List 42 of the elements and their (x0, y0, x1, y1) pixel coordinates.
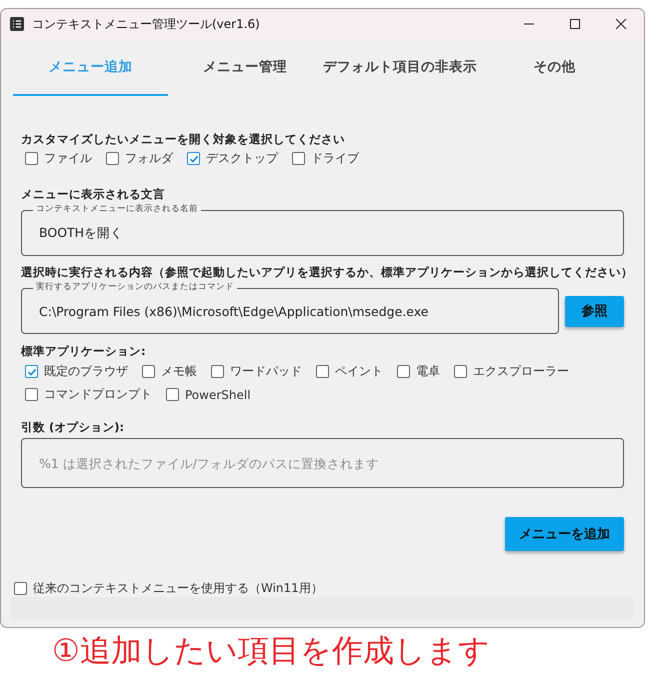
checkbox-label: エクスプローラー (473, 363, 569, 380)
checkbox-label: コマンドプロンプト (44, 386, 152, 404)
checkbox[interactable] (106, 152, 119, 166)
field-label: コンテキストメニューに表示される名前 (33, 204, 201, 214)
checkbox[interactable] (14, 582, 27, 596)
checkbox[interactable] (397, 365, 410, 378)
browse-button[interactable]: 参照 (565, 296, 624, 327)
field-label: 実行するアプリケーションのパスまたはコマンド (33, 282, 237, 292)
checkbox[interactable] (211, 365, 224, 378)
checkbox-label: ワードパッド (230, 363, 302, 380)
section-heading: 標準アプリケーション: (21, 344, 147, 360)
checkbox-label: 従来のコンテキストメニューを使用する（Win11用） (33, 580, 323, 598)
section-heading: メニューに表示される文言 (21, 187, 166, 202)
checkbox[interactable] (292, 152, 305, 166)
checkbox-label: PowerShell (185, 388, 251, 402)
section-heading: 引数 (オプション): (21, 420, 126, 436)
checkbox-label: フォルダ (125, 150, 173, 168)
section-heading: 選択時に実行される内容（参照で起動したいアプリを選択するか、標準アプリケーションから選択してください） (21, 265, 624, 280)
add-menu-button[interactable]: メニューを追加 (505, 517, 624, 552)
input-field[interactable]: %1 は選択されたファイル/フォルダのパスに置換されます (21, 438, 624, 488)
section-heading: カスタマイズしたいメニューを開く対象を選択してください (21, 132, 346, 148)
tab[interactable]: メニュー管理 (168, 39, 322, 96)
checkbox[interactable] (142, 365, 155, 378)
checkbox[interactable] (454, 365, 467, 378)
checkbox[interactable] (316, 365, 329, 378)
window-title: コンテキストメニュー管理ツール(ver1.6) (32, 16, 261, 32)
tab[interactable]: デフォルト項目の非表示 (322, 39, 478, 96)
checkbox-label: ペイント (335, 363, 383, 380)
tab[interactable]: その他 (477, 39, 632, 96)
checkbox[interactable] (25, 152, 38, 166)
checkbox[interactable] (166, 388, 179, 402)
caption: ①追加したい項目を作成します (52, 632, 491, 671)
checkbox-label: 電卓 (416, 363, 440, 380)
checkbox-label: メモ帳 (161, 363, 197, 380)
checkbox[interactable] (25, 365, 38, 378)
checkbox-label: ファイル (44, 150, 92, 168)
checkbox-label: ドライブ (311, 150, 359, 168)
checkbox-label: 既定のブラウザ (44, 363, 128, 380)
checkbox[interactable] (25, 388, 38, 402)
checkbox[interactable] (187, 152, 200, 166)
list-icon (10, 17, 24, 31)
checkbox-label: デスクトップ (206, 150, 278, 168)
